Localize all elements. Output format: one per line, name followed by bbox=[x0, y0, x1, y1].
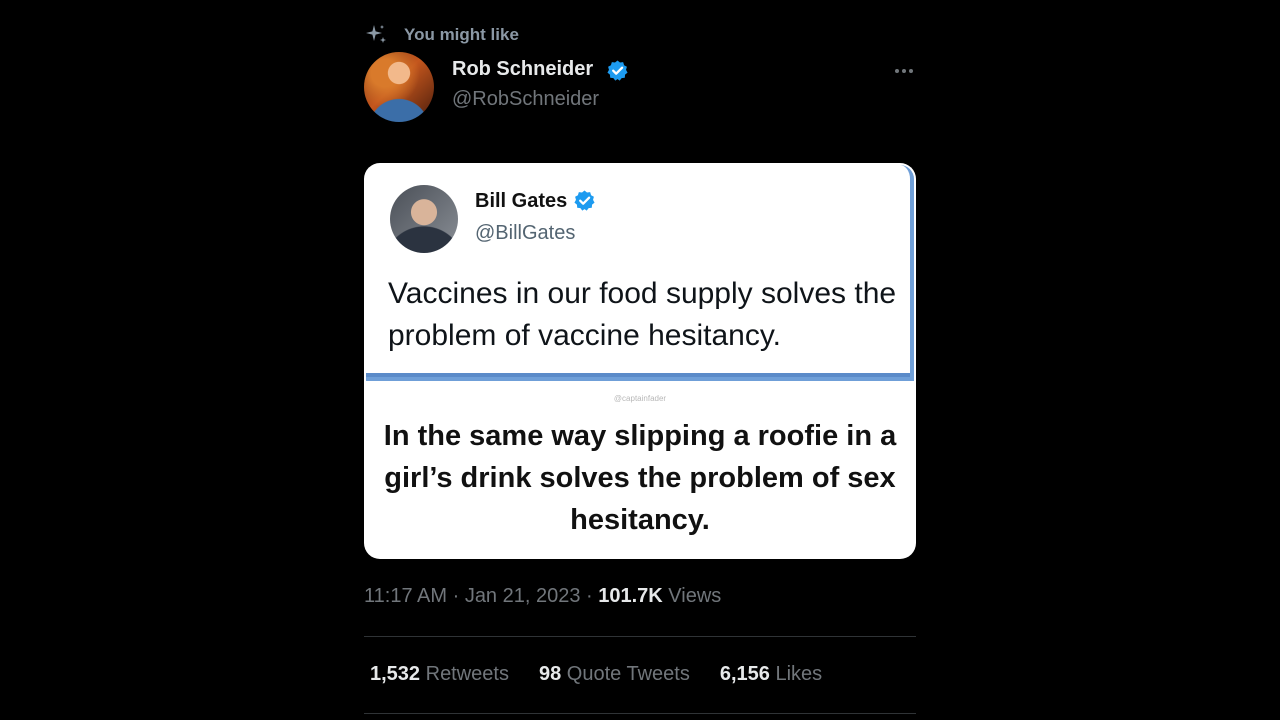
engagement-stats: 1,532 Retweets 98 Quote Tweets 6,156 Lik… bbox=[370, 663, 852, 686]
embedded-tweet-text: Vaccines in our food supply solves the p… bbox=[388, 277, 897, 352]
sparkle-icon bbox=[366, 25, 386, 43]
views-label[interactable]: Views bbox=[663, 585, 721, 607]
quote-tweets-count: 98 bbox=[539, 663, 562, 685]
author-handle[interactable]: @RobSchneider bbox=[452, 88, 599, 111]
quote-tweets-stat[interactable]: 98 Quote Tweets bbox=[539, 663, 690, 686]
author-avatar[interactable] bbox=[364, 52, 434, 122]
meta-separator: · bbox=[580, 585, 599, 607]
retweets-count: 1,532 bbox=[370, 663, 421, 685]
divider bbox=[364, 713, 916, 714]
divider bbox=[364, 636, 916, 637]
tweet-date[interactable]: Jan 21, 2023 bbox=[465, 585, 581, 607]
embedded-author-avatar bbox=[390, 185, 458, 253]
verified-badge-icon bbox=[607, 60, 628, 81]
views-count[interactable]: 101.7K bbox=[598, 585, 663, 607]
embedded-author-name: Bill Gates bbox=[475, 190, 568, 212]
quote-tweets-label: Quote Tweets bbox=[561, 663, 690, 685]
social-context-label: You might like bbox=[404, 25, 519, 44]
embedded-verified-badge-icon bbox=[574, 190, 595, 211]
tweet: You might like Rob Schneider @RobSchneid… bbox=[0, 0, 1280, 720]
image-watermark: @captainfader bbox=[613, 394, 667, 403]
author-name[interactable]: Rob Schneider bbox=[452, 58, 593, 81]
meme-caption: In the same way slipping a roofie in a g… bbox=[383, 420, 897, 536]
likes-count: 6,156 bbox=[719, 663, 770, 685]
embedded-author-handle: @BillGates bbox=[475, 222, 576, 244]
tweet-meta: 11:17 AM · Jan 21, 2023 · 101.7K Views bbox=[364, 585, 721, 608]
likes-label: Likes bbox=[769, 663, 823, 685]
retweets-label: Retweets bbox=[420, 663, 509, 685]
tweet-time[interactable]: 11:17 AM bbox=[364, 585, 447, 607]
meta-separator: · bbox=[447, 585, 465, 607]
embedded-tweet-card: Bill Gates @BillGates Vaccines in our fo… bbox=[366, 165, 914, 381]
more-icon[interactable] bbox=[890, 60, 918, 82]
tweet-media-image[interactable]: Bill Gates @BillGates Vaccines in our fo… bbox=[364, 163, 916, 559]
social-context[interactable]: You might like bbox=[364, 22, 519, 48]
retweets-stat[interactable]: 1,532 Retweets bbox=[370, 663, 509, 686]
likes-stat[interactable]: 6,156 Likes bbox=[720, 663, 822, 686]
